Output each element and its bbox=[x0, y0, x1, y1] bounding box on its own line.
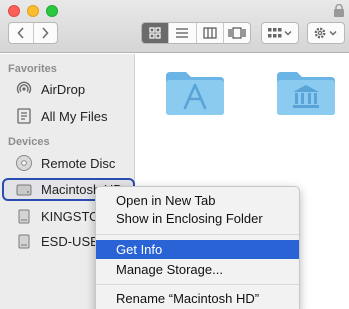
menu-item-manage-storage[interactable]: Manage Storage... bbox=[96, 260, 299, 279]
list-view-button[interactable] bbox=[168, 23, 195, 43]
gallery-view-icon bbox=[228, 27, 246, 39]
arrange-button[interactable] bbox=[261, 22, 299, 44]
menu-separator bbox=[96, 284, 299, 285]
view-mode-control bbox=[141, 22, 251, 44]
finder-window: Favorites AirDrop All My Files Devices R… bbox=[0, 0, 349, 309]
favorites-header: Favorites bbox=[8, 63, 57, 75]
close-window-button[interactable] bbox=[8, 5, 20, 17]
sidebar-item-airdrop[interactable]: AirDrop bbox=[0, 78, 134, 100]
applications-folder-icon[interactable] bbox=[164, 68, 226, 116]
gear-icon bbox=[314, 27, 337, 39]
menu-separator bbox=[96, 234, 299, 235]
gallery-view-button[interactable] bbox=[222, 23, 250, 43]
column-view-icon bbox=[203, 27, 217, 39]
context-menu: Open in New Tab Show in Enclosing Folder… bbox=[95, 186, 300, 309]
sidebar-item-label: All My Files bbox=[41, 108, 108, 124]
external-drive-icon bbox=[15, 232, 33, 250]
menu-item-open-in-new-tab[interactable]: Open in New Tab bbox=[96, 191, 299, 210]
library-folder-icon[interactable] bbox=[275, 68, 337, 116]
devices-header: Devices bbox=[8, 136, 50, 148]
sidebar-item-label: Remote Disc bbox=[41, 155, 116, 171]
menu-item-rename[interactable]: Rename “Macintosh HD” bbox=[96, 289, 299, 308]
sidebar-item-remote-disc[interactable]: Remote Disc bbox=[0, 152, 134, 174]
sidebar-item-label: ESD-USB bbox=[41, 233, 99, 249]
forward-button[interactable] bbox=[32, 23, 57, 43]
list-view-icon bbox=[176, 28, 189, 38]
back-button[interactable] bbox=[9, 23, 33, 43]
action-button[interactable] bbox=[307, 22, 345, 44]
menu-item-get-info[interactable]: Get Info bbox=[96, 240, 299, 259]
column-view-button[interactable] bbox=[195, 23, 223, 43]
toolbar bbox=[0, 0, 349, 53]
zoom-window-button[interactable] bbox=[46, 5, 58, 17]
sidebar-item-label: AirDrop bbox=[41, 81, 86, 97]
disc-icon bbox=[15, 154, 33, 172]
files-icon bbox=[15, 107, 33, 125]
minimize-window-button[interactable] bbox=[27, 5, 39, 17]
chevron-right-icon bbox=[42, 27, 50, 39]
chevron-left-icon bbox=[17, 27, 24, 39]
sidebar-item-all-my-files[interactable]: All My Files bbox=[0, 105, 134, 127]
icon-view-icon bbox=[149, 27, 161, 39]
grid-arrange-icon bbox=[268, 28, 292, 38]
airdrop-icon bbox=[15, 80, 33, 98]
external-drive-icon bbox=[15, 207, 33, 225]
hard-drive-icon bbox=[15, 181, 33, 199]
icon-view-button[interactable] bbox=[142, 23, 169, 43]
lock-icon[interactable] bbox=[333, 4, 345, 17]
menu-item-show-in-enclosing-folder[interactable]: Show in Enclosing Folder bbox=[96, 209, 299, 228]
back-forward-control bbox=[8, 22, 58, 44]
